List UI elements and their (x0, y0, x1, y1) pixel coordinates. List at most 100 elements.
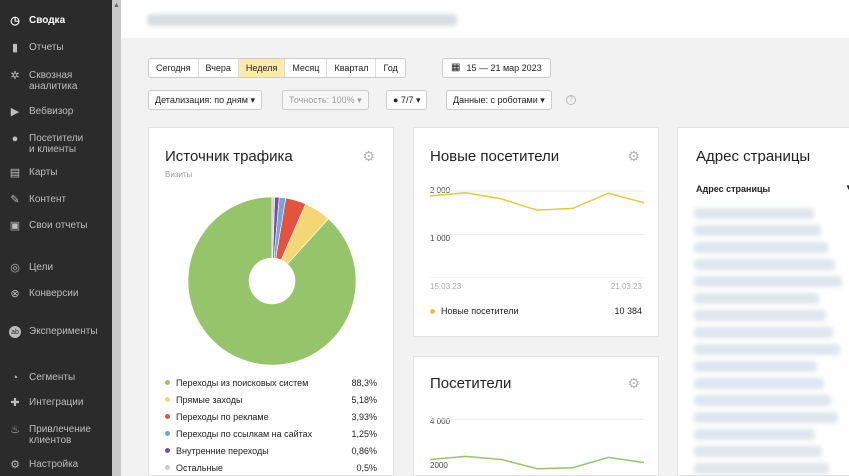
sidebar-item-label: Сквозная аналитика (29, 70, 78, 92)
new-visitors-card: Новые посетители ⚙ 2 000 1 000 15.03.23 … (413, 127, 659, 337)
visitors-card: Посетители ⚙ 4 000 2000 (413, 356, 659, 476)
traffic-legend: Переходы из поисковых систем 88,3% Прямые … (165, 374, 377, 476)
legend-row[interactable]: Переходы по рекламе 3,93% (165, 408, 377, 425)
legend-row[interactable]: Остальные 0,5% (165, 459, 377, 476)
traffic-source-title: Источник трафика (165, 148, 293, 165)
date-start-label: 15.03.23 (430, 282, 462, 291)
counter-name-blurred (147, 14, 457, 26)
period-option[interactable]: Сегодня (149, 59, 199, 77)
help-icon[interactable]: ? (566, 95, 576, 105)
legend-color-dot (165, 397, 170, 402)
table-row-blurred (694, 378, 824, 389)
table-row-blurred (694, 412, 838, 423)
series-color-dot (430, 308, 435, 314)
sidebar-item[interactable]: ✚ Интеграции (0, 397, 112, 409)
table-row-blurred (694, 327, 833, 338)
sidebar-item[interactable]: ▣ Свои отчеты (0, 220, 112, 232)
legend-row[interactable]: Прямые заходы 5,18% (165, 391, 377, 408)
fire-icon: ♨ (10, 423, 20, 436)
sidebar-item[interactable]: ▮ Отчеты (0, 42, 112, 54)
legend-color-dot (165, 380, 170, 385)
series-label: Новые посетители (441, 306, 519, 316)
puzzle-icon: ✚ (10, 396, 20, 409)
legend-label: Переходы по рекламе (176, 411, 269, 422)
detail-dropdown[interactable]: Детализация: по дням ▾ (148, 90, 262, 110)
sidebar-item-label: Вебвизор (29, 106, 74, 117)
traffic-source-subtitle: Визиты (165, 170, 193, 179)
new-visitors-line-chart (430, 190, 644, 278)
period-option[interactable]: Вчера (199, 59, 239, 77)
legend-value: 5,18% (351, 394, 377, 405)
sidebar-item[interactable]: ✎ Контент (0, 194, 112, 206)
table-row-blurred (694, 344, 840, 355)
traffic-source-card: Источник трафика ⚙ Визиты Переходы из по… (148, 127, 394, 476)
sidebar-scrollbar[interactable]: ▲ (112, 0, 121, 476)
legend-color-dot (165, 431, 170, 436)
sidebar-item[interactable]: ▶ Вебвизор (0, 106, 112, 118)
dashboard-icon: ◷ (10, 14, 20, 27)
legend-row[interactable]: Переходы по ссылкам на сайтах 1,25% (165, 425, 377, 442)
legend-value: 0,86% (351, 445, 377, 456)
legend-label: Внутренние переходы (176, 445, 269, 456)
legend-row[interactable]: Внутренние переходы 0,86% (165, 442, 377, 459)
flower-icon: ✲ (10, 69, 20, 82)
page-address-title: Адрес страницы (696, 148, 811, 165)
ab-icon: ab (9, 326, 21, 338)
bar-chart-icon: ▮ (11, 41, 19, 54)
date-range-label: 15 — 21 мар 2023 (466, 63, 542, 73)
legend-value: 0,5% (356, 462, 377, 473)
sidebar-item-label: Конверсии (29, 288, 79, 299)
gear-icon[interactable]: ⚙ (627, 148, 640, 165)
date-range-button[interactable]: ▦ 15 — 21 мар 2023 (442, 58, 551, 78)
sidebar-item[interactable]: ⊗ Конверсии (0, 288, 112, 300)
sidebar-item[interactable]: ◎ Цели (0, 262, 112, 274)
table-row-blurred (694, 242, 828, 253)
sidebar-item[interactable]: ✲ Сквозная аналитика (0, 70, 112, 92)
series-line[interactable] (430, 192, 644, 211)
series-line[interactable] (430, 455, 644, 470)
legend-value: 88,3% (351, 377, 377, 388)
legend-label: Переходы по ссылкам на сайтах (176, 428, 313, 439)
sidebar-item[interactable]: ◷ Сводка (0, 15, 112, 27)
gear-icon[interactable]: ⚙ (362, 148, 375, 165)
table-row-blurred (694, 293, 819, 304)
legend-row[interactable]: Переходы из поисковых систем 88,3% (165, 374, 377, 391)
scroll-up-icon[interactable]: ▲ (113, 2, 120, 9)
user-icon: ● (11, 132, 19, 145)
sidebar-item[interactable]: ▤ Карты (0, 167, 112, 179)
table-row-blurred (694, 310, 826, 321)
robots-dropdown[interactable]: Данные: с роботами ▾ (446, 90, 552, 110)
legend-color-dot (165, 465, 170, 470)
sidebar-item-label: Контент (29, 194, 67, 205)
sidebar-item[interactable]: ♨ Привлечение клиентов (0, 424, 112, 446)
sidebar-item[interactable]: ● Посетители и клиенты (0, 133, 112, 155)
column-header[interactable]: Адрес страницы (696, 184, 770, 194)
header-bar (121, 0, 849, 38)
table-row-blurred (694, 259, 835, 270)
series-summary-row: Новые посетители 10 384 (430, 306, 642, 316)
sidebar-item-label: Сводка (29, 15, 66, 26)
period-selector: Сегодня Вчера Неделя Месяц Квартал Год (148, 58, 406, 78)
table-row-blurred (694, 463, 829, 474)
accuracy-dropdown[interactable]: Точность: 100% ▾ (282, 90, 369, 110)
sidebar-item[interactable]: ab Эксперименты (0, 326, 112, 338)
sidebar-item-label: Отчеты (29, 42, 64, 53)
sidebar-item-label: Привлечение клиентов (29, 424, 91, 446)
pie-icon: ◔ (11, 371, 19, 384)
sidebar-item-label: Настройка (29, 459, 79, 470)
period-option[interactable]: Год (376, 59, 404, 77)
pen-icon: ✎ (10, 193, 20, 206)
settings-icon: ⚙ (10, 458, 20, 471)
sidebar-item[interactable]: ◔ Сегменты (0, 372, 112, 384)
table-row-blurred (694, 225, 821, 236)
period-option[interactable]: Неделя (238, 59, 286, 77)
sidebar-item[interactable]: ⚙ Настройка (0, 459, 112, 471)
table-row-blurred (694, 361, 817, 372)
period-option[interactable]: Квартал (327, 59, 377, 77)
legend-value: 1,25% (351, 428, 377, 439)
period-option[interactable]: Месяц (285, 59, 328, 77)
sidebar-item-label: Карты (29, 167, 58, 178)
segments-dropdown[interactable]: ● 7/7 ▾ (386, 90, 428, 110)
gear-icon[interactable]: ⚙ (627, 375, 640, 392)
sidebar-item-label: Посетители и клиенты (29, 133, 84, 155)
